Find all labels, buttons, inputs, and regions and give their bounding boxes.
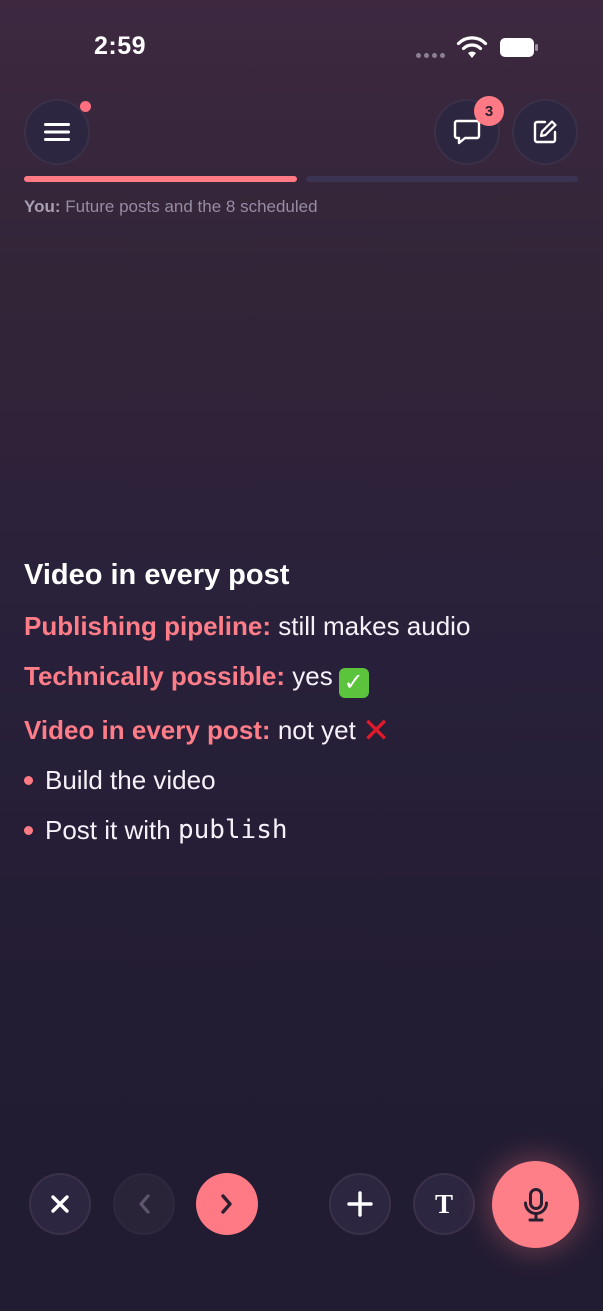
- content-row: Publishing pipeline: still makes audio: [24, 608, 584, 644]
- progress-segment-complete: [24, 176, 297, 182]
- text-format-label: T: [434, 1188, 453, 1219]
- close-button[interactable]: [29, 1173, 91, 1235]
- plus-icon: [347, 1191, 373, 1217]
- hamburger-icon: [44, 123, 70, 141]
- compose-button[interactable]: [512, 99, 578, 165]
- row-key: Technically possible:: [24, 661, 286, 691]
- wifi-icon: [456, 36, 488, 58]
- row-value: not yet: [270, 715, 356, 745]
- check-mark-icon: ✓: [338, 668, 369, 698]
- list-item: Build the video: [24, 762, 584, 798]
- list-item-text: Post it with: [45, 815, 178, 845]
- status-time: 2:59: [94, 32, 147, 60]
- row-value: still makes audio: [271, 611, 471, 641]
- list-item: Post it with publish: [24, 812, 584, 848]
- inline-code: publish: [177, 815, 288, 845]
- list-item-text: Build the video: [45, 765, 216, 795]
- row-key: Publishing pipeline:: [24, 611, 271, 641]
- microphone-button[interactable]: [492, 1161, 579, 1248]
- bullet-dot: [24, 775, 33, 785]
- battery-icon: [500, 38, 538, 57]
- content-card: Video in every post Publishing pipeline:…: [24, 556, 584, 862]
- add-button[interactable]: [329, 1173, 391, 1235]
- cellular-signal-icon: [416, 53, 445, 58]
- row-value: yes: [285, 661, 333, 691]
- cross-mark-icon: ✕: [361, 712, 391, 750]
- content-heading: Video in every post: [24, 559, 290, 591]
- content-row: Technically possible: yes ✓: [24, 658, 584, 698]
- progress-caption: You: Future posts and the 8 scheduled: [24, 197, 318, 217]
- caption-speaker: You:: [24, 197, 61, 216]
- chat-count-badge: 3: [474, 96, 504, 126]
- compose-icon: [533, 120, 557, 144]
- text-format-button[interactable]: T: [413, 1173, 475, 1235]
- chat-bubble-icon: [453, 119, 481, 145]
- progress-segment-remaining: [306, 176, 578, 182]
- microphone-icon: [523, 1187, 548, 1221]
- next-button[interactable]: [196, 1173, 258, 1235]
- chevron-left-icon: [139, 1194, 150, 1214]
- row-key: Video in every post:: [24, 715, 271, 745]
- content-row: Video in every post: not yet ✕: [24, 712, 584, 748]
- bullet-dot: [24, 825, 33, 835]
- close-icon: [51, 1195, 69, 1213]
- caption-text: Future posts and the 8 scheduled: [60, 197, 318, 216]
- story-progress-bar: [24, 176, 578, 182]
- notification-dot: [80, 101, 91, 112]
- previous-button[interactable]: [113, 1173, 175, 1235]
- chevron-right-icon: [221, 1194, 232, 1214]
